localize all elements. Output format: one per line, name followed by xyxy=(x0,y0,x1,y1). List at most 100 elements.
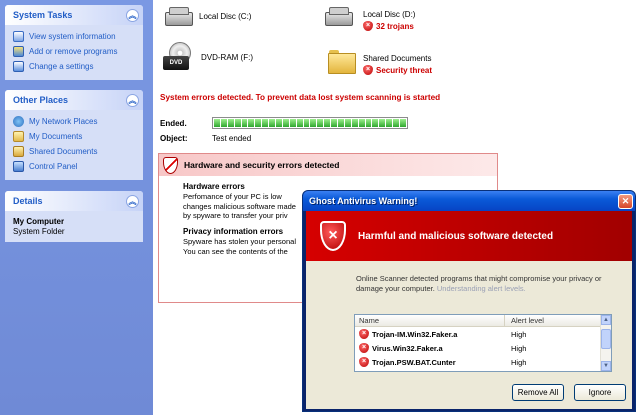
alert-levels-link[interactable]: Understanding alert levels. xyxy=(437,284,526,293)
drive-d[interactable]: Local Disc (D:) × 32 trojans xyxy=(325,6,415,31)
threat-list-scrollbar[interactable]: ▲ ▼ xyxy=(600,315,611,371)
details-title: Details xyxy=(13,196,43,206)
place-label: My Network Places xyxy=(29,117,98,126)
task-pane: System Tasks ︽ View system information A… xyxy=(0,0,153,415)
shared-folder-icon xyxy=(13,146,24,157)
progress-segment xyxy=(372,119,379,127)
column-name-header[interactable]: Name xyxy=(355,315,505,326)
dialog-title: Ghost Antivirus Warning! xyxy=(309,196,418,206)
dialog-titlebar[interactable]: Ghost Antivirus Warning! ✕ xyxy=(303,191,635,211)
threat-icon: × xyxy=(359,343,369,353)
progress-segment xyxy=(262,119,269,127)
control-panel-icon xyxy=(13,161,24,172)
system-tasks-header[interactable]: System Tasks ︽ xyxy=(5,5,143,25)
warning-shield-icon: × xyxy=(363,65,373,75)
progress-segment xyxy=(358,119,365,127)
dvd-badge: DVD xyxy=(163,56,189,70)
threat-row[interactable]: × Trojan.PSW.BAT.Cunter High xyxy=(355,355,611,369)
progress-segment xyxy=(214,119,220,127)
column-alert-level-header[interactable]: Alert level xyxy=(505,315,595,326)
system-tasks-panel: System Tasks ︽ View system information A… xyxy=(5,5,143,80)
documents-icon xyxy=(13,131,24,142)
progress-segment xyxy=(289,119,296,127)
drive-d-label: Local Disc (D:) xyxy=(363,10,416,19)
system-error-message: System errors detected. To prevent data … xyxy=(160,93,441,102)
shared-documents-label: Shared Documents xyxy=(363,54,432,63)
threat-icon: × xyxy=(359,357,369,367)
details-header[interactable]: Details ︽ xyxy=(5,191,143,211)
scan-object-value: Test ended xyxy=(212,134,252,143)
collapse-icon[interactable]: ︽ xyxy=(126,194,139,208)
collapse-icon[interactable]: ︽ xyxy=(126,93,139,107)
place-my-documents[interactable]: My Documents xyxy=(13,129,143,144)
settings-icon xyxy=(13,61,24,72)
scroll-down-icon[interactable]: ▼ xyxy=(601,361,611,371)
threat-name: Trojan-IM.Win32.Faker.a xyxy=(372,329,458,339)
threat-name-cell: × Trojan.PSW.BAT.Cunter xyxy=(355,357,505,367)
threat-level: High xyxy=(511,343,527,353)
place-control-panel[interactable]: Control Panel xyxy=(13,159,143,174)
scan-progress-bar xyxy=(212,117,408,129)
task-label: Change a settings xyxy=(29,62,94,71)
task-view-system-information[interactable]: View system information xyxy=(13,29,143,44)
other-places-header[interactable]: Other Places ︽ xyxy=(5,90,143,110)
dialog-description: Online Scanner detected programs that mi… xyxy=(356,274,616,294)
drive-f-label: DVD-RAM (F:) xyxy=(201,52,253,62)
threat-name-cell: × Trojan-IM.Win32.Faker.a xyxy=(355,329,505,339)
progress-segment xyxy=(282,119,289,127)
scroll-thumb[interactable] xyxy=(601,329,611,349)
place-label: Shared Documents xyxy=(29,147,98,156)
dialog-body: × Harmful and malicious software detecte… xyxy=(306,211,632,409)
scroll-up-icon[interactable]: ▲ xyxy=(601,315,611,325)
threat-name: Virus.Win32.Faker.a xyxy=(372,343,443,353)
threat-level: High xyxy=(511,357,527,367)
network-icon xyxy=(13,116,24,127)
alert-title: Hardware and security errors detected xyxy=(184,160,340,170)
close-button[interactable]: ✕ xyxy=(618,193,633,209)
drive-c[interactable]: Local Disc (C:) xyxy=(165,6,251,26)
dialog-banner-title: Harmful and malicious software detected xyxy=(358,230,554,242)
details-panel: Details ︽ My Computer System Folder xyxy=(5,191,143,242)
system-tasks-list: View system information Add or remove pr… xyxy=(5,25,143,80)
add-remove-icon xyxy=(13,46,24,57)
progress-segment xyxy=(241,119,248,127)
place-label: Control Panel xyxy=(29,162,78,171)
system-tasks-title: System Tasks xyxy=(13,10,73,20)
progress-segment xyxy=(400,119,406,127)
drive-d-status-text: 32 trojans xyxy=(376,21,414,31)
ghost-antivirus-warning-dialog: Ghost Antivirus Warning! ✕ × Harmful and… xyxy=(302,190,636,412)
progress-segment xyxy=(234,119,241,127)
ignore-button[interactable]: Ignore xyxy=(574,384,626,401)
progress-segment xyxy=(255,119,262,127)
task-change-settings[interactable]: Change a settings xyxy=(13,59,143,74)
progress-segment xyxy=(324,119,331,127)
task-label: Add or remove programs xyxy=(29,47,118,56)
place-my-network-places[interactable]: My Network Places xyxy=(13,114,143,129)
scan-progress-row: Ended. xyxy=(160,117,408,129)
progress-segment xyxy=(248,119,255,127)
progress-segment xyxy=(393,119,400,127)
hard-drive-icon xyxy=(325,6,353,26)
details-sub: System Folder xyxy=(13,227,65,236)
progress-segment xyxy=(276,119,282,127)
progress-segment xyxy=(220,119,227,127)
threat-row[interactable]: × Virus.Win32.Faker.a High xyxy=(355,341,611,355)
other-places-list: My Network Places My Documents Shared Do… xyxy=(5,110,143,180)
task-add-remove-programs[interactable]: Add or remove programs xyxy=(13,44,143,59)
security-shield-icon xyxy=(163,156,178,174)
shared-documents-folder[interactable]: Shared Documents × Security threat xyxy=(328,48,432,75)
progress-segment xyxy=(379,119,386,127)
place-shared-documents[interactable]: Shared Documents xyxy=(13,144,143,159)
remove-all-button[interactable]: Remove All xyxy=(512,384,564,401)
scan-object-label: Object: xyxy=(160,134,188,143)
security-shield-icon: × xyxy=(320,221,346,251)
drive-f[interactable]: DVD DVD-RAM (F:) xyxy=(163,42,253,72)
scan-object-row: Object: Test ended xyxy=(160,134,251,143)
collapse-icon[interactable]: ︽ xyxy=(126,8,139,22)
progress-segment xyxy=(269,119,276,127)
folder-icon xyxy=(328,48,356,74)
progress-segment xyxy=(303,119,310,127)
threat-row[interactable]: × Trojan-IM.Win32.Faker.a High xyxy=(355,327,611,341)
other-places-title: Other Places xyxy=(13,95,69,105)
threat-icon: × xyxy=(359,329,369,339)
